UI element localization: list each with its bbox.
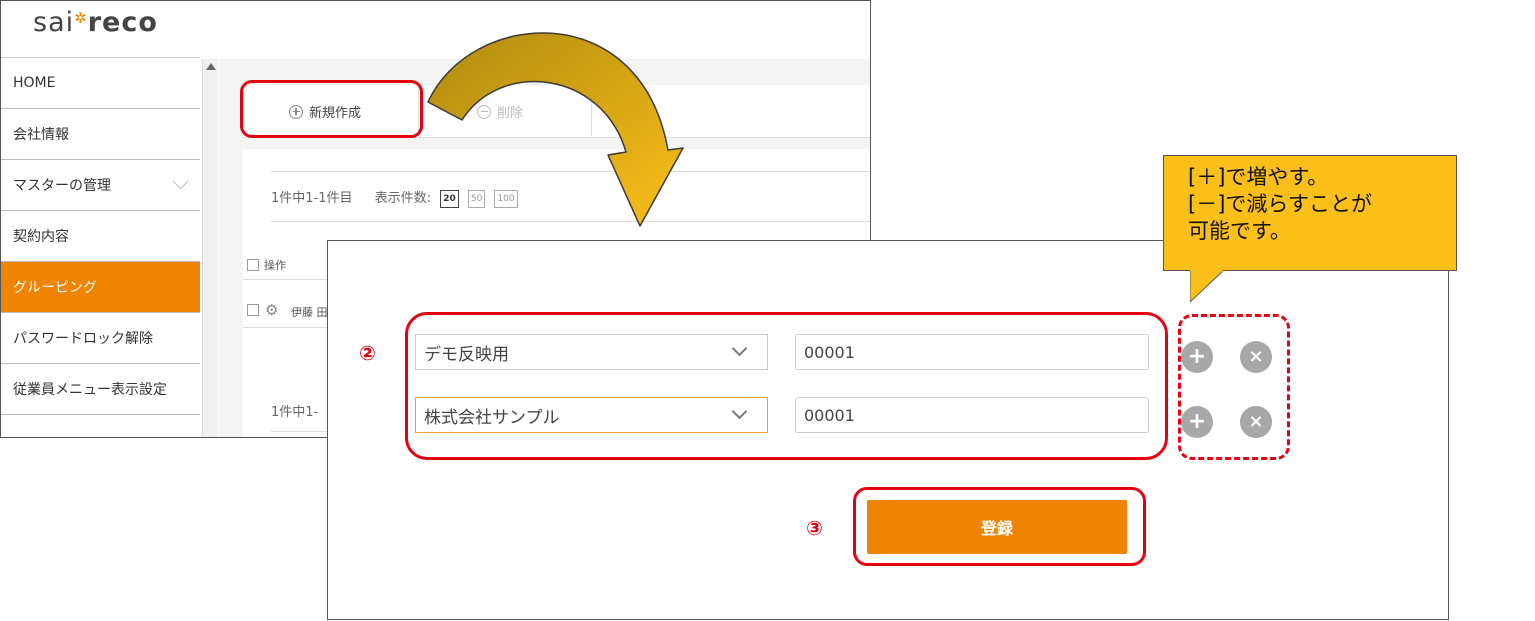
minus-circle-icon — [477, 104, 491, 119]
chevron-down-icon — [172, 173, 189, 190]
highlight-add-remove-buttons — [1178, 314, 1290, 460]
logo-star-icon: ✲ — [74, 9, 88, 27]
hint-line-3: 可能です。 — [1188, 219, 1291, 243]
scroll-up-arrow-icon[interactable] — [206, 63, 216, 70]
sidebar-item-label: グルーピング — [13, 280, 97, 296]
page-size-100[interactable]: 100 — [494, 189, 518, 208]
paging-count-bottom: 1件中1- — [271, 405, 319, 420]
page-size-20[interactable]: 20 — [440, 189, 459, 208]
toolbar-divider — [591, 87, 592, 136]
row-checkbox[interactable] — [247, 304, 259, 316]
step-marker-3: ③ — [806, 516, 823, 540]
divider — [271, 171, 870, 172]
paging-count: 1件中1-1件目 — [271, 191, 353, 206]
step-marker-2: ② — [359, 341, 376, 365]
row-name: 伊藤 田 — [291, 306, 328, 319]
page-size-50[interactable]: 50 — [467, 189, 486, 208]
select-all-checkbox[interactable] — [247, 259, 259, 271]
sidebar-item-employee-menu[interactable]: 従業員メニュー表示設定 — [1, 364, 200, 415]
sidebar-item-master[interactable]: マスターの管理 — [1, 160, 200, 211]
sidebar-item-label: マスターの管理 — [13, 178, 111, 194]
hint-line-1: [＋]で増やす。 — [1188, 165, 1329, 189]
highlight-form-rows — [405, 312, 1168, 460]
hint-line-2: [－]で減らすことが — [1188, 192, 1372, 216]
divider — [271, 221, 870, 222]
sidebar-item-label: 会社情報 — [13, 127, 69, 143]
sidebar-item-company[interactable]: 会社情報 — [1, 109, 200, 160]
column-header-operation: 操作 — [264, 259, 286, 272]
highlight-new-create — [240, 80, 423, 138]
sidebar-item-password-unlock[interactable]: パスワードロック解除 — [1, 313, 200, 364]
saireco-logo: sai✲reco — [33, 7, 158, 38]
hint-callout: [＋]で増やす。 [－]で減らすことが 可能です。 — [1163, 155, 1457, 271]
gear-icon[interactable]: ⚙ — [265, 301, 278, 319]
sidebar: HOME 会社情報 マスターの管理 契約内容 グルーピング パスワードロック解除… — [1, 57, 200, 437]
delete-label: 削除 — [497, 106, 524, 121]
page-size-label: 表示件数: — [374, 191, 432, 206]
sidebar-item-home[interactable]: HOME — [1, 58, 200, 109]
sidebar-item-label: パスワードロック解除 — [13, 331, 153, 347]
sidebar-item-label: 従業員メニュー表示設定 — [13, 382, 167, 398]
sidebar-scrollbar[interactable] — [202, 59, 218, 437]
sidebar-item-contract[interactable]: 契約内容 — [1, 211, 200, 262]
highlight-register-button — [853, 487, 1146, 566]
logo-text-bold: reco — [87, 7, 158, 38]
logo-text-light: sai — [33, 7, 75, 38]
paging-info: 1件中1-1件目 表示件数: 20 50 100 — [271, 187, 518, 208]
delete-button[interactable]: 削除 — [477, 85, 523, 138]
sidebar-item-label: HOME — [13, 75, 56, 91]
sidebar-item-label: 契約内容 — [13, 229, 69, 245]
sidebar-item-grouping[interactable]: グルーピング — [1, 262, 200, 313]
